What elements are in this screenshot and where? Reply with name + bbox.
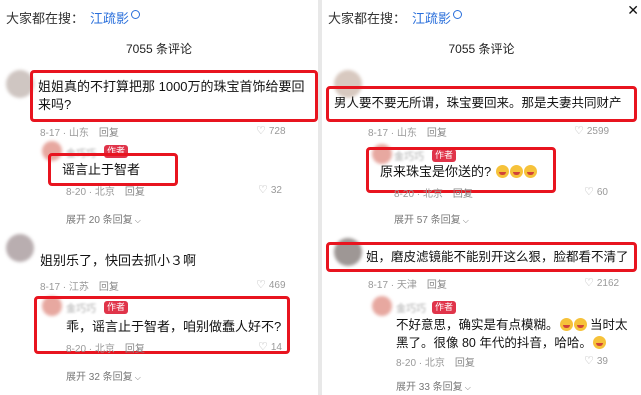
- comment-meta: 8-20 · 北京 回复: [396, 354, 475, 369]
- author-reply-text: 不好意思，确实是有点模糊。 当时太黑了。很像 80 年代的抖音，哈哈。: [396, 316, 636, 352]
- like-count: 469: [268, 280, 286, 291]
- like-button[interactable]: ♡ 469: [256, 278, 286, 291]
- left-comment-panel: 大家都在搜： 江疏影 7055 条评论 姐姐真的不打算把那 1000万的珠宝首饰给…: [0, 0, 318, 395]
- heart-icon: ♡: [256, 125, 266, 137]
- expand-replies-label: 展开 20 条回复: [66, 215, 133, 226]
- comment-meta: 8-17 · 江苏 回复: [40, 278, 119, 293]
- heart-icon: ♡: [258, 184, 268, 196]
- chevron-down-icon: ⌵: [464, 383, 471, 392]
- reply-button[interactable]: 回复: [99, 128, 119, 139]
- comment-meta: 8-17 · 山东 回复: [40, 124, 119, 139]
- expand-replies-label: 展开 33 条回复: [396, 382, 463, 393]
- like-button[interactable]: ♡ 32: [258, 183, 282, 196]
- laughing-emoji-icon: [495, 165, 509, 178]
- like-button[interactable]: ♡ 728: [256, 124, 286, 137]
- comment-date: 8-20 · 北京: [66, 344, 115, 355]
- chevron-down-icon: ⌵: [462, 216, 469, 225]
- like-button[interactable]: ♡ 2599: [574, 124, 609, 137]
- author-badge: 作者: [432, 301, 457, 314]
- author-reply-text-content: 原来珠宝是你送的?: [380, 164, 492, 179]
- comment-date: 8-17 · 江苏: [40, 282, 89, 293]
- trending-search-keyword[interactable]: 江疏影: [90, 11, 129, 26]
- author-username[interactable]: 金巧巧: [396, 300, 426, 315]
- trending-search-bar[interactable]: 大家都在搜： 江疏影: [328, 8, 463, 27]
- expand-replies-button[interactable]: 展开 33 条回复 ⌵: [396, 378, 471, 393]
- heart-icon: ♡: [256, 279, 266, 291]
- reply-button[interactable]: 回复: [427, 128, 447, 139]
- reply-button[interactable]: 回复: [125, 187, 145, 198]
- comment-date: 8-20 · 北京: [396, 358, 445, 369]
- heart-icon: ♡: [574, 125, 584, 137]
- like-button[interactable]: ♡ 2162: [584, 276, 619, 289]
- author-reply-text: 谣言止于智者: [62, 162, 141, 177]
- like-count: 14: [270, 342, 282, 353]
- reply-button[interactable]: 回复: [453, 189, 473, 200]
- like-button[interactable]: ♡ 39: [584, 354, 608, 367]
- comment-meta: 8-17 · 天津 回复: [368, 276, 447, 291]
- comment-meta: 8-20 · 北京 回复: [394, 185, 473, 200]
- grinning-emoji-icon: [573, 318, 587, 331]
- author-avatar[interactable]: [372, 296, 392, 316]
- like-button[interactable]: ♡ 60: [584, 185, 608, 198]
- trending-search-bar[interactable]: 大家都在搜： 江疏影: [6, 8, 141, 27]
- like-count: 39: [596, 356, 608, 367]
- comment-meta: 8-17 · 山东 回复: [368, 124, 447, 139]
- heart-icon: ♡: [584, 186, 594, 198]
- reply-button[interactable]: 回复: [455, 358, 475, 369]
- search-icon[interactable]: [131, 10, 141, 19]
- heart-icon: ♡: [584, 355, 594, 367]
- comment-date: 8-20 · 北京: [66, 187, 115, 198]
- trending-search-prefix: 大家都在搜：: [328, 11, 407, 26]
- like-button[interactable]: ♡ 14: [258, 340, 282, 353]
- heart-icon: ♡: [584, 277, 594, 289]
- like-count: 728: [268, 126, 286, 137]
- comment-text: 姐别乐了，快回去抓小３啊: [40, 253, 197, 268]
- grinning-emoji-icon: [592, 336, 606, 349]
- comment-count: 7055 条评论: [125, 42, 193, 56]
- trending-search-prefix: 大家都在搜：: [6, 11, 85, 26]
- comment-date: 8-17 · 天津: [368, 280, 417, 291]
- comment-date: 8-17 · 山东: [40, 128, 89, 139]
- chevron-down-icon: ⌵: [134, 373, 141, 382]
- like-count: 2162: [596, 278, 620, 289]
- laughing-emoji-icon: [509, 165, 523, 178]
- expand-replies-label: 展开 32 条回复: [66, 372, 133, 383]
- comment-text: 男人要不要无所谓，珠宝要回来。那是夫妻共同财产: [334, 96, 622, 110]
- reply-button[interactable]: 回复: [99, 282, 119, 293]
- expand-replies-button[interactable]: 展开 32 条回复 ⌵: [66, 368, 141, 383]
- comment-text: 姐姐真的不打算把那 1000万的珠宝首饰给要回来吗?: [38, 79, 305, 112]
- comment-meta: 8-20 · 北京 回复: [66, 183, 145, 198]
- like-count: 32: [270, 185, 282, 196]
- laughing-emoji-icon: [523, 165, 537, 178]
- heart-icon: ♡: [258, 341, 268, 353]
- comment-meta: 8-20 · 北京 回复: [66, 340, 145, 355]
- like-count: 2599: [586, 126, 610, 137]
- like-count: 60: [596, 187, 608, 198]
- author-reply-text-part: 不好意思，确实是有点模糊。: [396, 318, 559, 332]
- comment-date: 8-20 · 北京: [394, 189, 443, 200]
- comment-date: 8-17 · 山东: [368, 128, 417, 139]
- comment-text: 姐，磨皮滤镜能不能别开这么狠，脸都看不清了: [366, 250, 629, 264]
- chevron-down-icon: ⌵: [134, 216, 141, 225]
- author-reply-text: 原来珠宝是你送的?: [380, 163, 537, 181]
- search-icon[interactable]: [453, 10, 463, 19]
- expand-replies-label: 展开 57 条回复: [394, 215, 461, 226]
- expand-replies-button[interactable]: 展开 20 条回复 ⌵: [66, 211, 141, 226]
- close-icon[interactable]: ✕: [627, 2, 639, 19]
- avatar[interactable]: [6, 234, 34, 262]
- reply-button[interactable]: 回复: [427, 280, 447, 291]
- reply-button[interactable]: 回复: [125, 344, 145, 355]
- author-reply-text: 乖，谣言止于智者，咱别做蠢人好不?: [66, 319, 282, 334]
- trending-search-keyword[interactable]: 江疏影: [412, 11, 451, 26]
- comment-count: 7055 条评论: [448, 42, 515, 56]
- right-comment-panel: 大家都在搜： 江疏影 ✕ 7055 条评论 男人要不要无所谓，珠宝要回来。那是夫妻…: [322, 0, 641, 395]
- laughing-emoji-icon: [559, 318, 573, 331]
- expand-replies-button[interactable]: 展开 57 条回复 ⌵: [394, 211, 469, 226]
